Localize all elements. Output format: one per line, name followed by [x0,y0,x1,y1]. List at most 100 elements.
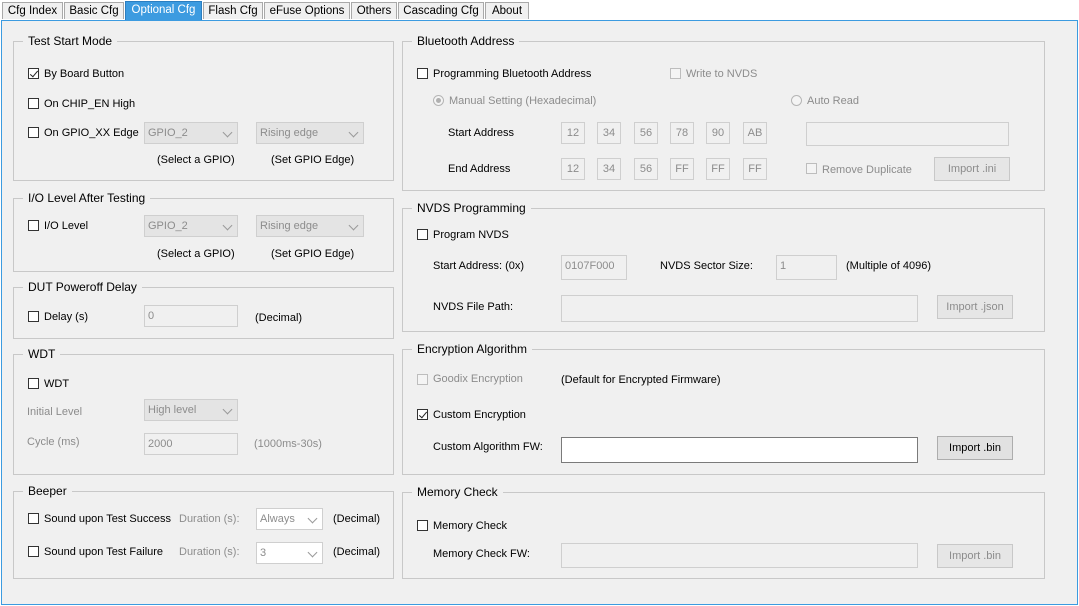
io-level-label: I/O Level [44,220,89,232]
import-json-button[interactable]: Import .json [937,295,1013,319]
failure-duration-value: 3 [260,547,267,559]
tab-about[interactable]: About [485,2,529,19]
program-nvds-label: Program NVDS [433,229,509,241]
memory-check-fw-input[interactable] [561,543,918,568]
beeper-group: Beeper [13,483,394,579]
sound-failure-label: Sound upon Test Failure [44,546,164,558]
auto-read-radio[interactable] [791,95,802,106]
start-edge-select[interactable]: Rising edge [256,122,364,144]
failure-duration-label: Duration (s): [179,546,240,558]
custom-algorithm-fw-input[interactable] [561,437,918,463]
by-board-button-label: By Board Button [44,68,125,80]
bt-start-byte-6[interactable]: AB [743,122,767,144]
program-bt-address-checkbox[interactable] [417,68,428,79]
tab-basic-cfg[interactable]: Basic Cfg [64,2,124,19]
on-chip-en-high-label: On CHIP_EN High [44,98,136,110]
io-edge-select[interactable]: Rising edge [256,215,364,237]
memory-check-fw-label: Memory Check FW: [433,548,530,560]
sound-success-checkbox[interactable] [28,513,39,524]
delay-input[interactable]: 0 [144,305,238,327]
auto-read-address-field[interactable] [806,122,1009,146]
success-duration-label: Duration (s): [179,513,240,525]
goodix-encryption-checkbox[interactable] [417,374,428,385]
tab-optional-cfg[interactable]: Optional Cfg [125,1,202,20]
import-ini-button[interactable]: Import .ini [934,157,1010,181]
write-nvds-checkbox[interactable] [670,68,681,79]
bt-end-byte-4[interactable]: FF [670,158,694,180]
wdt-checkbox[interactable] [28,378,39,389]
bt-start-byte-5[interactable]: 90 [706,122,730,144]
custom-algorithm-fw-label: Custom Algorithm FW: [433,441,543,453]
goodix-encryption-label: Goodix Encryption [433,373,523,385]
bt-end-byte-2[interactable]: 34 [597,158,621,180]
manual-setting-radio[interactable] [433,95,444,106]
remove-duplicate-checkbox[interactable] [806,163,817,174]
group-title: Test Start Mode [23,33,118,49]
nvds-start-address-label: Start Address: (0x) [433,260,525,272]
write-nvds-label: Write to NVDS [686,68,758,80]
memory-check-checkbox[interactable] [417,520,428,531]
on-gpio-edge-checkbox[interactable] [28,127,39,138]
bt-start-byte-4[interactable]: 78 [670,122,694,144]
tab-cascading-cfg[interactable]: Cascading Cfg [398,2,484,19]
failure-duration-select[interactable]: 3 [256,542,323,564]
cycle-hint: (1000ms-30s) [254,438,322,450]
group-title: NVDS Programming [412,200,531,216]
program-bt-address-label: Programming Bluetooth Address [433,68,592,80]
io-gpio-select[interactable]: GPIO_2 [144,215,238,237]
bt-end-byte-5[interactable]: FF [706,158,730,180]
bt-start-byte-1[interactable]: 12 [561,122,585,144]
set-edge-hint: (Set GPIO Edge) [271,154,355,166]
cycle-input[interactable]: 2000 [144,433,238,455]
nvds-file-path-input[interactable] [561,295,918,322]
io-level-checkbox[interactable] [28,220,39,231]
import-bin-button[interactable]: Import .bin [937,436,1013,460]
auto-read-label: Auto Read [807,95,859,107]
nvds-sector-hint: (Multiple of 4096) [846,260,931,272]
delay-label: Delay (s) [44,311,89,323]
nvds-file-path-label: NVDS File Path: [433,301,514,313]
bt-end-byte-3[interactable]: 56 [634,158,658,180]
bt-start-byte-3[interactable]: 56 [634,122,658,144]
tab-flash-cfg[interactable]: Flash Cfg [203,2,263,19]
start-gpio-select[interactable]: GPIO_2 [144,122,238,144]
memory-import-bin-button[interactable]: Import .bin [937,544,1013,568]
bt-end-byte-1[interactable]: 12 [561,158,585,180]
memory-check-label: Memory Check [433,520,507,532]
initial-level-value: High level [148,404,197,416]
tab-efuse-options[interactable]: eFuse Options [264,2,350,19]
chevron-down-icon [222,404,233,415]
group-title: DUT Poweroff Delay [23,279,142,295]
manual-setting-label: Manual Setting (Hexadecimal) [449,95,597,107]
cycle-label: Cycle (ms) [27,436,80,448]
select-gpio-hint: (Select a GPIO) [157,154,235,166]
set-edge-hint: (Set GPIO Edge) [271,248,355,260]
tab-others[interactable]: Others [351,2,397,19]
initial-level-select[interactable]: High level [144,399,238,421]
on-chip-en-high-checkbox[interactable] [28,98,39,109]
wdt-label: WDT [44,378,70,390]
group-title: I/O Level After Testing [23,190,151,206]
bt-start-address-label: Start Address [448,127,515,139]
success-duration-select[interactable]: Always [256,508,323,530]
nvds-sector-size-label: NVDS Sector Size: [660,260,753,272]
group-title: WDT [23,346,61,362]
remove-duplicate-label: Remove Duplicate [822,164,912,176]
chevron-down-icon [222,220,233,231]
bt-end-address-label: End Address [448,163,511,175]
start-gpio-value: GPIO_2 [148,127,188,139]
by-board-button-checkbox[interactable] [28,68,39,79]
group-title: Bluetooth Address [412,33,520,49]
program-nvds-checkbox[interactable] [417,229,428,240]
delay-checkbox[interactable] [28,311,39,322]
io-edge-value: Rising edge [260,220,319,232]
bt-end-byte-6[interactable]: FF [743,158,767,180]
nvds-sector-size-input[interactable]: 1 [776,255,837,280]
nvds-start-address-input[interactable]: 0107F000 [561,255,627,280]
custom-encryption-checkbox[interactable] [417,409,428,420]
sound-failure-checkbox[interactable] [28,546,39,557]
tab-cfg-index[interactable]: Cfg Index [2,2,63,19]
bt-start-byte-2[interactable]: 34 [597,122,621,144]
group-title: Memory Check [412,484,503,500]
group-title: Beeper [23,483,72,499]
